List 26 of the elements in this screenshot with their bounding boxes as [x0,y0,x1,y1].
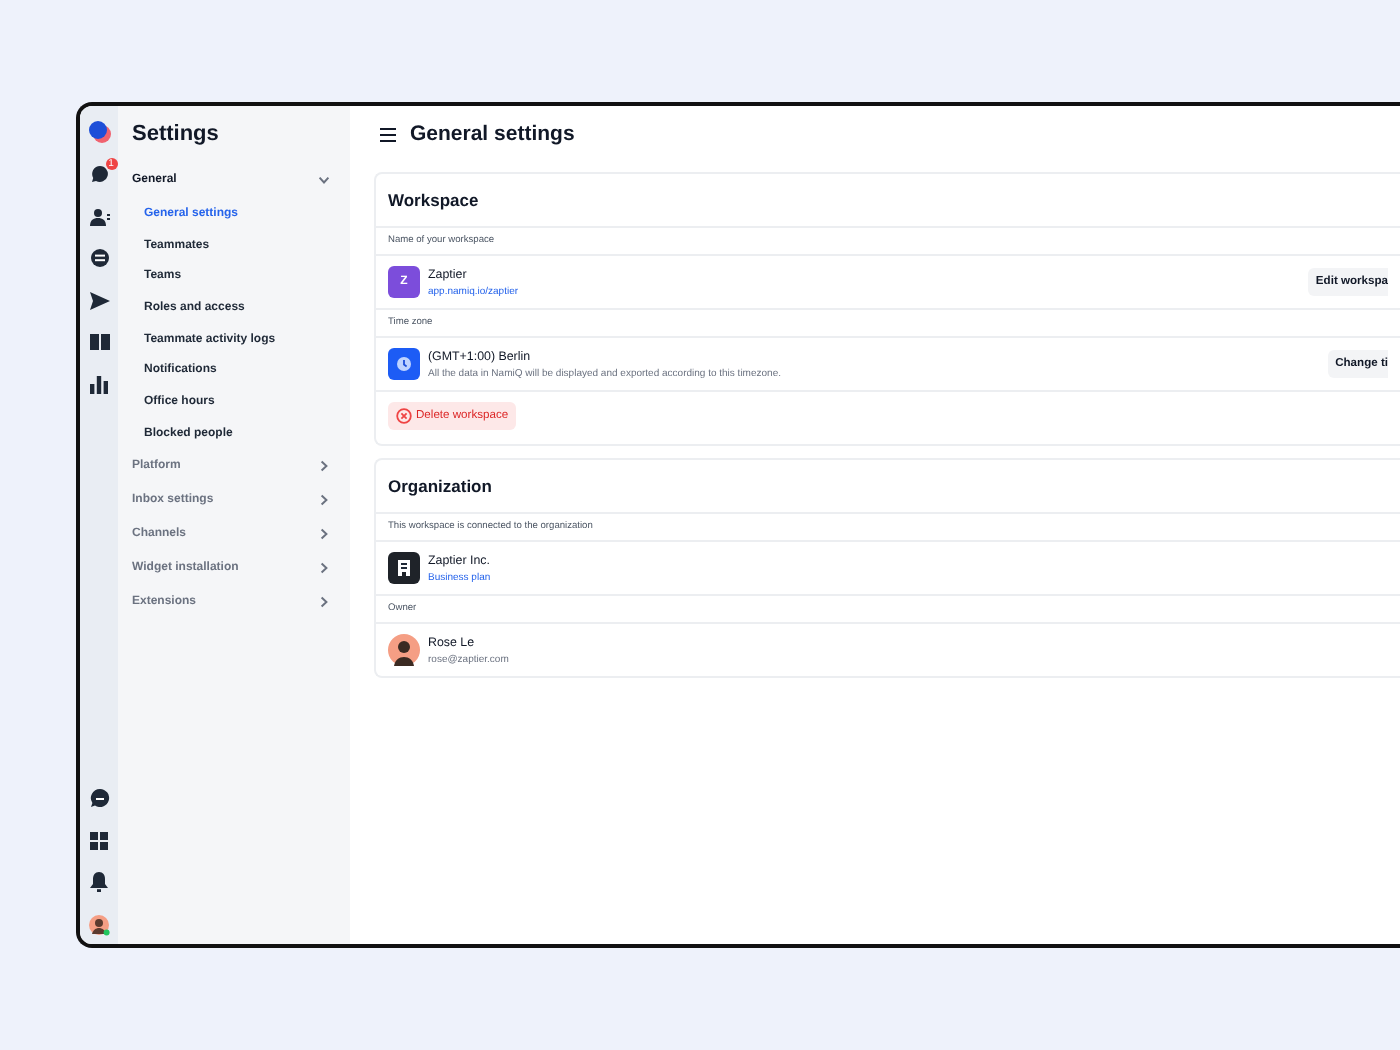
send-icon[interactable] [89,291,109,309]
chevron-right-icon [318,561,330,573]
chat-icon[interactable] [89,164,109,184]
logo-icon[interactable] [87,120,111,144]
building-icon [398,560,410,576]
sidebar-title: Settings [132,122,221,146]
contacts-icon[interactable] [89,207,109,225]
close-circle-icon [396,408,412,424]
bot-icon[interactable] [89,248,109,268]
user-avatar[interactable] [88,913,110,935]
chat-icon[interactable] [89,788,109,808]
card-title: Organization [376,460,1400,514]
chevron-right-icon [318,595,330,607]
page-title: General settings [410,122,575,146]
card-title: Workspace [376,174,1400,228]
apps-grid-icon[interactable] [90,831,108,849]
chevron-down-icon [318,174,330,186]
menu-icon[interactable] [380,127,396,141]
book-icon[interactable] [89,334,109,350]
chevron-right-icon [318,459,330,471]
owner-avatar [388,634,420,666]
bar-chart-icon[interactable] [90,375,108,393]
bell-icon[interactable] [90,872,108,892]
chevron-right-icon [318,527,330,539]
clock-icon [396,356,412,372]
chevron-right-icon [318,493,330,505]
